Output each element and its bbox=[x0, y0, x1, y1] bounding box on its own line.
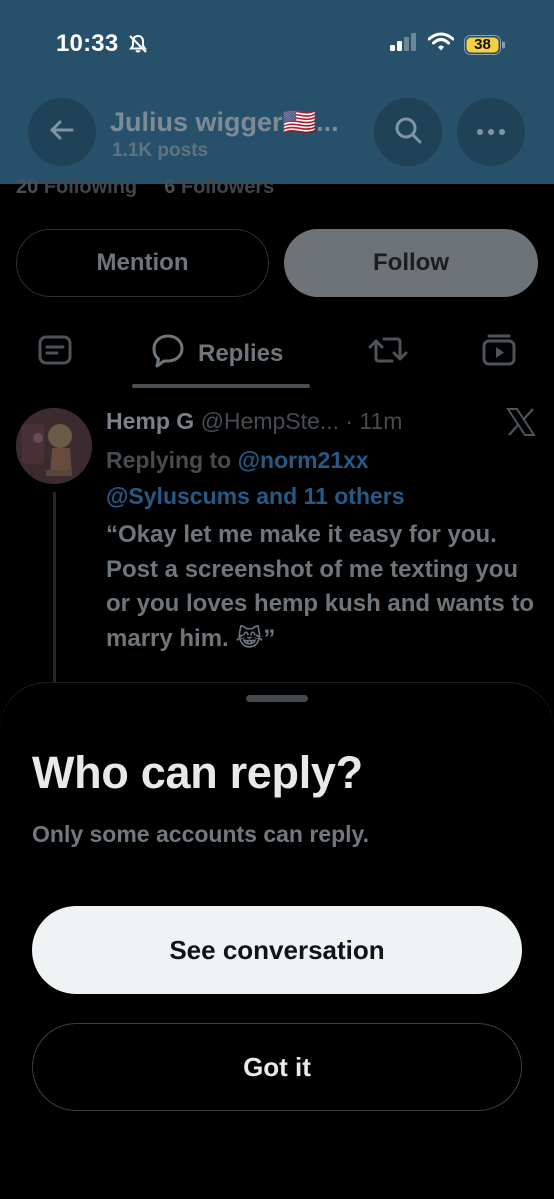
followers-count[interactable]: 6 bbox=[164, 176, 175, 198]
profile-header: Julius wigger🇺🇸... 1.1K posts bbox=[0, 92, 554, 184]
tweet-handle-time[interactable]: @HempSte... · 11m bbox=[201, 408, 403, 434]
wifi-icon bbox=[427, 32, 455, 57]
search-button[interactable] bbox=[374, 98, 442, 166]
replying-to: Replying to @norm21xx @Syluscums and 11 … bbox=[106, 442, 546, 514]
sheet-title: Who can reply? bbox=[32, 747, 363, 798]
status-icons: 38 bbox=[390, 32, 506, 57]
thread-line bbox=[53, 492, 56, 702]
more-dots-icon bbox=[476, 123, 506, 141]
tweet-author-name[interactable]: Hemp G bbox=[106, 408, 194, 434]
reply-tweet[interactable]: Hemp G @HempSte... · 11m Replying to @no… bbox=[0, 400, 554, 702]
who-can-reply-sheet: Who can reply? Only some accounts can re… bbox=[0, 683, 554, 1199]
follow-button[interactable]: Follow bbox=[284, 229, 538, 297]
mention-link[interactable]: @norm21xx bbox=[238, 447, 369, 473]
following-label[interactable]: Following bbox=[44, 176, 137, 198]
profile-post-count: 1.1K posts bbox=[112, 140, 209, 161]
tab-replies[interactable]: Replies bbox=[150, 332, 283, 375]
back-button[interactable] bbox=[28, 98, 96, 166]
follow-stats: 20 Following 6 Followers bbox=[16, 176, 274, 199]
followers-label[interactable]: Followers bbox=[181, 176, 274, 198]
got-it-button[interactable]: Got it bbox=[32, 1023, 522, 1111]
mention-others-link[interactable]: @Syluscums and 11 others bbox=[106, 483, 405, 509]
status-time: 10:33 bbox=[56, 30, 119, 57]
see-conversation-button[interactable]: See conversation bbox=[32, 906, 522, 994]
active-tab-indicator bbox=[132, 384, 310, 388]
media-icon[interactable] bbox=[481, 332, 517, 373]
battery-icon: 38 bbox=[464, 34, 506, 55]
profile-name: Julius wigger🇺🇸... bbox=[110, 107, 339, 137]
x-logo-icon bbox=[506, 408, 536, 441]
signal-icon bbox=[390, 33, 418, 56]
profile-tabs: Replies bbox=[0, 322, 554, 388]
bell-slash-icon bbox=[128, 34, 148, 59]
tweet-text: “Okay let me make it easy for you. Post … bbox=[106, 521, 535, 652]
status-bar: 10:33 38 bbox=[0, 0, 554, 92]
arrow-left-icon bbox=[48, 116, 76, 149]
tab-replies-label: Replies bbox=[198, 339, 284, 367]
battery-level: 38 bbox=[474, 35, 491, 53]
following-count[interactable]: 20 bbox=[16, 176, 38, 198]
more-button[interactable] bbox=[457, 98, 525, 166]
mention-button[interactable]: Mention bbox=[16, 229, 269, 297]
sheet-subtitle: Only some accounts can reply. bbox=[32, 821, 370, 847]
avatar[interactable] bbox=[16, 408, 92, 484]
replying-prefix: Replying to bbox=[106, 447, 232, 473]
repost-icon[interactable] bbox=[368, 332, 408, 373]
sheet-grabber[interactable] bbox=[246, 695, 308, 702]
replies-icon bbox=[150, 332, 186, 375]
tweet-header: Hemp G @HempSte... · 11m bbox=[106, 408, 402, 435]
search-icon bbox=[393, 115, 423, 150]
posts-icon[interactable] bbox=[37, 332, 73, 373]
